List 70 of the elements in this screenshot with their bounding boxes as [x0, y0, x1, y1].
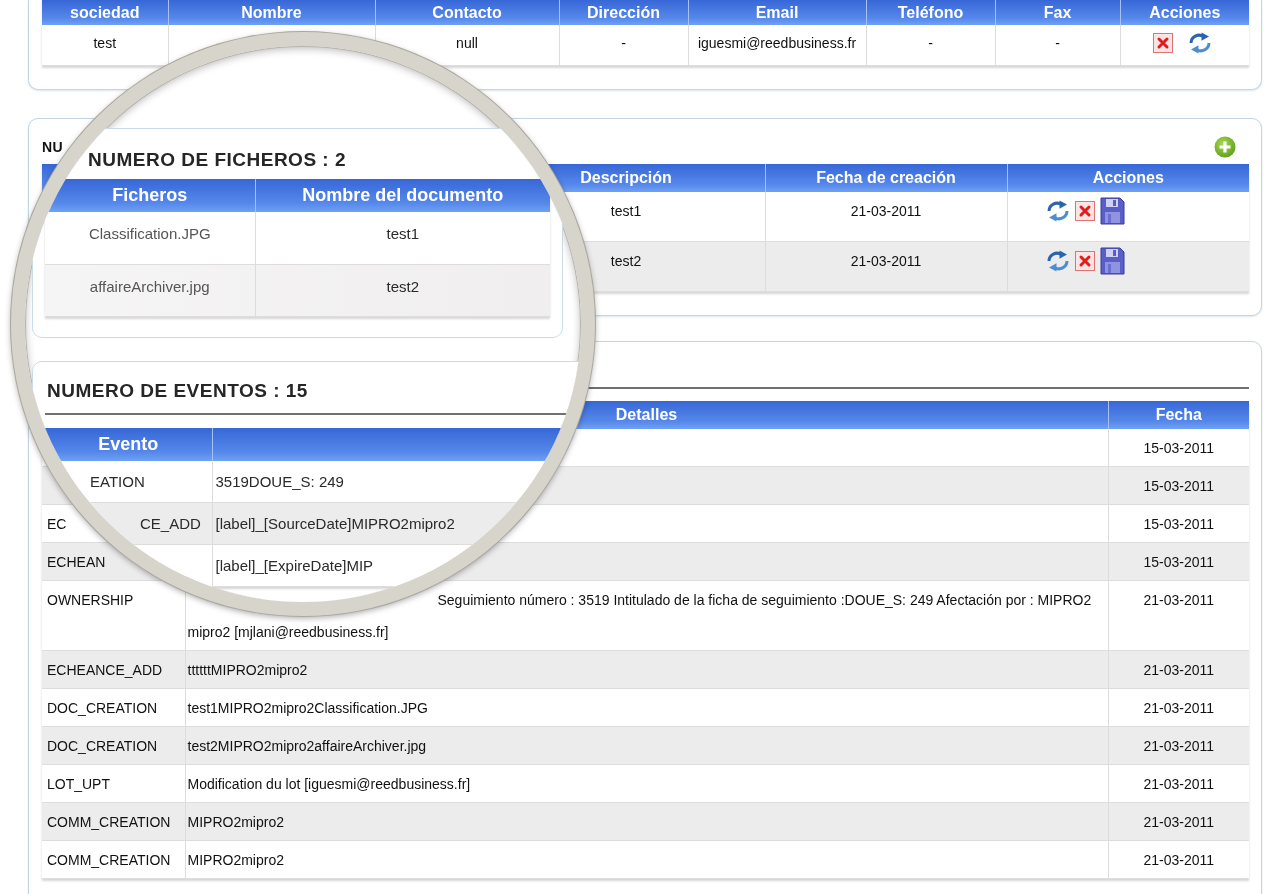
column-header: Acciones — [1007, 164, 1249, 192]
creation-date: 21-03-2011 — [850, 203, 922, 219]
event-details: ttttttMIPRO2mipro2 — [187, 662, 308, 678]
refresh-icon[interactable] — [1045, 200, 1070, 222]
refresh-icon[interactable] — [1187, 32, 1212, 54]
event-date: 15-03-2011 — [1143, 554, 1215, 570]
column-header: Evento — [45, 427, 212, 461]
event-details: Modification du lot [iguesmi@reedbusiness.fr] — [187, 776, 471, 792]
contact-value: null — [456, 35, 478, 51]
document-name: test1 — [386, 225, 419, 242]
panel-title: NUMERO DE EVENTOS : 15 — [47, 379, 308, 402]
event-type: DOC_CREATION — [47, 738, 158, 754]
column-header: sociedad — [42, 0, 168, 25]
description-text: test1 — [610, 203, 642, 219]
column-header: Teléfono — [866, 0, 995, 25]
event-details: test2MIPRO2mipro2affaireArchiver.jpg — [187, 738, 427, 754]
event-type: DOC_CREATION — [47, 700, 158, 716]
event-date: 21-03-2011 — [1143, 776, 1215, 792]
document-name: test2 — [386, 277, 419, 295]
email-address: iguesmi@reedbusiness.fr — [697, 35, 857, 51]
event-type: CE_ADD — [140, 515, 201, 532]
event-type: ECHEANCE_ADD — [47, 662, 163, 678]
delete-icon[interactable] — [1152, 33, 1173, 53]
event-details: [label]_[ExpireDate]MIP — [215, 557, 374, 574]
delete-icon[interactable] — [1074, 250, 1095, 271]
event-date: 15-03-2011 — [1143, 516, 1215, 532]
fax-value: - — [1055, 35, 1060, 51]
save-icon[interactable] — [1099, 246, 1125, 275]
event-type: OWNERSHIP — [47, 592, 134, 608]
panel-title: NUMERO DE FICHEROS : 2 — [88, 149, 347, 171]
event-date: 21-03-2011 — [1143, 738, 1215, 754]
column-header: Fecha — [1108, 400, 1249, 429]
column-header: Nombre del documento — [255, 179, 550, 212]
description-text: test2 — [610, 252, 642, 269]
column-header: Email — [688, 0, 866, 25]
event-type: EC — [47, 516, 67, 532]
phone-value: - — [928, 35, 933, 51]
creation-date: 21-03-2011 — [850, 252, 922, 269]
event-type: ECHEAN — [47, 554, 106, 570]
event-type: COMM_CREATION — [47, 814, 171, 830]
event-date: 21-03-2011 — [1143, 814, 1215, 830]
event-details: MIPRO2mipro2 — [187, 814, 284, 830]
event-details: [label]_[SourceDate]MIPRO2mipro2 — [215, 515, 455, 532]
column-header: Dirección — [559, 0, 688, 25]
event-date: 21-03-2011 — [1143, 662, 1215, 678]
column-header: Acciones — [1120, 0, 1249, 25]
event-type: EATION — [90, 472, 145, 490]
event-details: 3519DOUE_S: 249 — [215, 472, 344, 490]
file-name: affaireArchiver.jpg — [89, 277, 210, 295]
column-header: Fax — [995, 0, 1120, 25]
add-icon[interactable] — [1214, 136, 1236, 158]
event-date: 21-03-2011 — [1143, 852, 1215, 868]
event-date: 21-03-2011 — [1143, 592, 1215, 608]
column-header: Nombre — [168, 0, 375, 25]
column-header: Contacto — [375, 0, 559, 25]
refresh-icon[interactable] — [1045, 249, 1070, 272]
delete-icon[interactable] — [1074, 201, 1095, 221]
event-date: 21-03-2011 — [1143, 700, 1215, 716]
event-details: MIPRO2mipro2 — [187, 852, 284, 868]
event-date: 15-03-2011 — [1143, 439, 1215, 456]
company-name: test — [93, 35, 117, 51]
event-date: 15-03-2011 — [1143, 478, 1215, 494]
event-type: LOT_UPT — [47, 776, 110, 792]
file-name: Classification.JPG — [88, 225, 211, 242]
address-value: - — [621, 35, 626, 51]
save-icon[interactable] — [1099, 197, 1125, 225]
column-header: Fecha de creación — [765, 164, 1007, 192]
event-type: COMM_CREATION — [47, 852, 171, 868]
panel-title: NU — [42, 138, 64, 156]
event-details: test1MIPRO2mipro2Classification.JPG — [187, 700, 428, 716]
